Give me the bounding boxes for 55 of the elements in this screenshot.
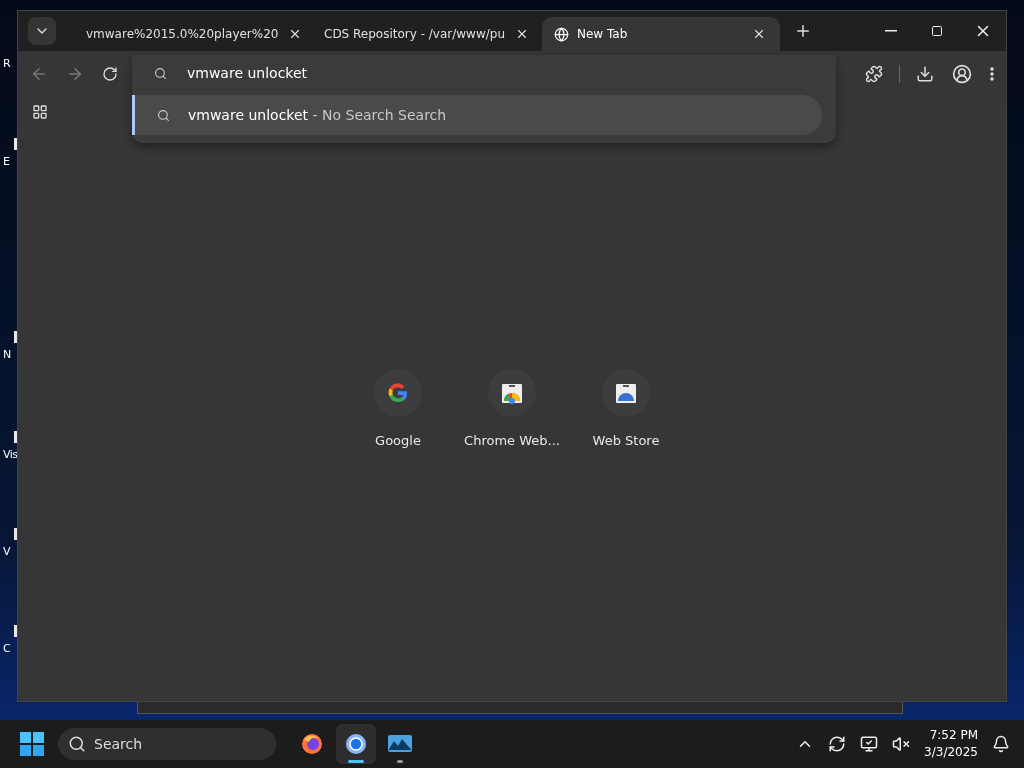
desktop-icon-label: E: [3, 155, 10, 168]
desktop-icon-label: Vis: [3, 448, 18, 461]
sync-icon[interactable]: [828, 735, 847, 753]
shortcut-tile[interactable]: [374, 369, 422, 417]
clock-time: 7:52 PM: [929, 727, 978, 744]
notification-icon[interactable]: [992, 735, 1010, 753]
google-icon: [386, 381, 410, 405]
browser-icon: [344, 732, 368, 756]
minimize-icon: [885, 30, 897, 32]
grid-icon: [32, 104, 48, 120]
apps-button[interactable]: [30, 102, 50, 122]
globe-icon: [554, 26, 569, 42]
shortcut-label: Chrome Web...: [464, 433, 560, 448]
monitor-icon: [387, 733, 413, 755]
reload-icon: [102, 66, 118, 82]
taskbar-search-field[interactable]: Search: [58, 728, 276, 760]
search-icon: [68, 735, 86, 753]
taskbar-app[interactable]: [336, 724, 376, 764]
close-icon: [752, 27, 766, 41]
profile-icon: [952, 64, 972, 84]
close-icon: [515, 27, 529, 41]
desktop-icon-label: C: [3, 642, 11, 655]
forward-arrow-icon: [66, 65, 84, 83]
shortcut-tile[interactable]: [488, 369, 536, 417]
maximize-icon: [931, 25, 943, 37]
menu-button[interactable]: [988, 65, 996, 83]
download-icon: [916, 65, 934, 83]
muted-speaker-icon[interactable]: [892, 735, 911, 753]
browser-tab[interactable]: New Tab: [542, 17, 780, 51]
browser-tab[interactable]: CDS Repository - /var/www/pu: [304, 17, 542, 51]
desktop-icon-label: N: [3, 348, 11, 361]
shortcut-label: Web Store: [592, 433, 660, 448]
shortcut-label: Google: [375, 433, 421, 448]
start-icon[interactable]: [20, 732, 44, 756]
browser-tab[interactable]: vmware%2015.0%20player%20: [66, 17, 304, 51]
clock-date: 3/3/2025: [924, 744, 978, 761]
firefox-icon: [300, 732, 324, 756]
suggestion-text: vmware unlocket - No Search Search: [188, 107, 447, 123]
reload-button[interactable]: [100, 64, 120, 84]
store-icon: [500, 381, 524, 405]
puzzle-icon: [865, 65, 883, 83]
desktop-icon-label: V: [3, 545, 11, 558]
search-icon: [154, 66, 167, 80]
desktop-icon-label: R: [3, 57, 11, 70]
address-field[interactable]: vmware unlocket: [185, 64, 685, 82]
store-icon: [614, 381, 638, 405]
shortcut-tile[interactable]: [602, 369, 650, 417]
profile-button[interactable]: [950, 62, 974, 86]
extensions-button[interactable]: [863, 63, 885, 85]
menu-icon: [990, 67, 994, 81]
network-icon[interactable]: [860, 735, 879, 753]
plus-icon: [794, 22, 812, 40]
tab-search-button[interactable]: [28, 17, 56, 45]
suggestion-item[interactable]: vmware unlocket - No Search Search: [132, 95, 822, 135]
search-icon: [157, 108, 170, 122]
